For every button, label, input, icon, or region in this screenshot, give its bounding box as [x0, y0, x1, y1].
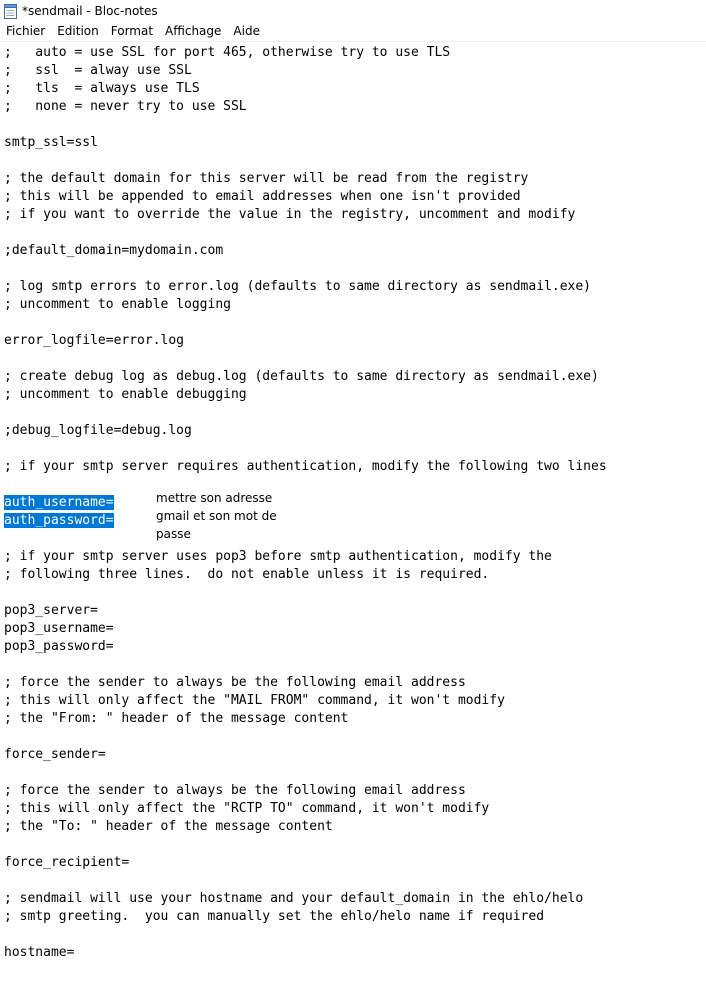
- text-line[interactable]: ; this will be appended to email address…: [4, 188, 521, 206]
- text-line[interactable]: auth_password=: [4, 512, 114, 530]
- text-line[interactable]: ; log smtp errors to error.log (defaults…: [4, 278, 591, 296]
- text-line[interactable]: ; if your smtp server requires authentic…: [4, 458, 607, 476]
- text-line[interactable]: ; sendmail will use your hostname and yo…: [4, 890, 583, 908]
- menu-affichage[interactable]: Affichage: [159, 22, 227, 41]
- text-line[interactable]: ; if your smtp server uses pop3 before s…: [4, 548, 552, 566]
- selected-text[interactable]: auth_password=: [4, 513, 114, 528]
- menu-format[interactable]: Format: [105, 22, 159, 41]
- text-line[interactable]: ; smtp greeting. you can manually set th…: [4, 908, 544, 926]
- text-editor-area[interactable]: ; auto = use SSL for port 465, otherwise…: [0, 42, 706, 1003]
- text-line[interactable]: auth_username=: [4, 494, 114, 512]
- menu-fichier[interactable]: Fichier: [0, 22, 51, 41]
- text-line[interactable]: pop3_username=: [4, 620, 114, 638]
- text-line[interactable]: hostname=: [4, 944, 74, 962]
- text-line[interactable]: ; uncomment to enable logging: [4, 296, 231, 314]
- text-line[interactable]: ; none = never try to use SSL: [4, 98, 247, 116]
- text-line[interactable]: error_logfile=error.log: [4, 332, 184, 350]
- text-line[interactable]: ; create debug log as debug.log (default…: [4, 368, 599, 386]
- text-line[interactable]: ; this will only affect the "MAIL FROM" …: [4, 692, 505, 710]
- text-line[interactable]: ; the "To: " header of the message conte…: [4, 818, 333, 836]
- window-title: *sendmail - Bloc-notes: [22, 4, 158, 18]
- text-line[interactable]: ; the default domain for this server wil…: [4, 170, 528, 188]
- text-line[interactable]: ; force the sender to always be the foll…: [4, 782, 466, 800]
- annotation-line: mettre son adresse: [156, 491, 273, 505]
- text-line[interactable]: ; the "From: " header of the message con…: [4, 710, 348, 728]
- text-line[interactable]: ; tls = always use TLS: [4, 80, 200, 98]
- text-line[interactable]: force_recipient=: [4, 854, 129, 872]
- menu-bar: Fichier Edition Format Affichage Aide: [0, 22, 706, 42]
- text-line[interactable]: ; force the sender to always be the foll…: [4, 674, 466, 692]
- text-line[interactable]: ; this will only affect the "RCTP TO" co…: [4, 800, 489, 818]
- menu-edition[interactable]: Edition: [51, 22, 105, 41]
- text-line[interactable]: pop3_password=: [4, 638, 114, 656]
- annotation-line: gmail et son mot de: [156, 509, 277, 523]
- annotation-line: passe: [156, 527, 191, 541]
- text-line[interactable]: ;default_domain=mydomain.com: [4, 242, 223, 260]
- menu-aide[interactable]: Aide: [227, 22, 266, 41]
- text-line[interactable]: force_sender=: [4, 746, 106, 764]
- text-line[interactable]: ;debug_logfile=debug.log: [4, 422, 192, 440]
- notepad-window: *sendmail - Bloc-notes Fichier Edition F…: [0, 0, 706, 1003]
- selected-text[interactable]: auth_username=: [4, 495, 114, 510]
- handwritten-annotation: mettre son adresse gmail et son mot de p…: [156, 489, 296, 543]
- text-line[interactable]: smtp_ssl=ssl: [4, 134, 98, 152]
- notepad-icon: [4, 3, 17, 19]
- text-line[interactable]: ; auto = use SSL for port 465, otherwise…: [4, 44, 450, 62]
- text-line[interactable]: ; if you want to override the value in t…: [4, 206, 575, 224]
- text-line[interactable]: ; uncomment to enable debugging: [4, 386, 247, 404]
- title-bar: *sendmail - Bloc-notes: [0, 0, 706, 22]
- text-line[interactable]: pop3_server=: [4, 602, 98, 620]
- text-line[interactable]: ; ssl = alway use SSL: [4, 62, 192, 80]
- text-line[interactable]: ; following three lines. do not enable u…: [4, 566, 489, 584]
